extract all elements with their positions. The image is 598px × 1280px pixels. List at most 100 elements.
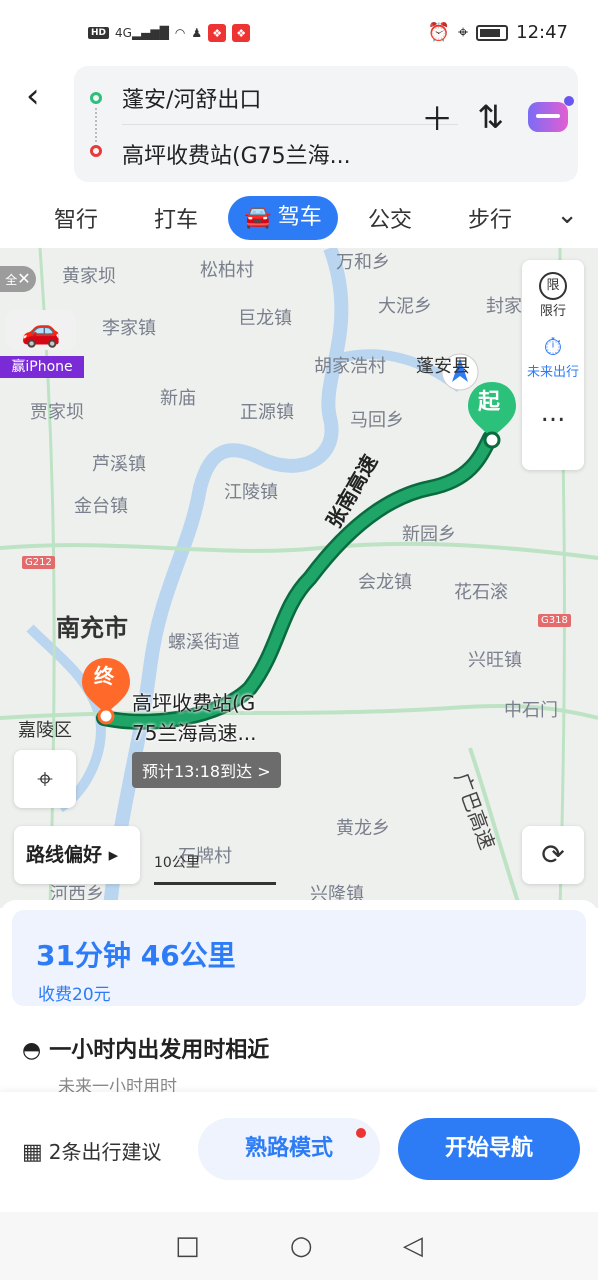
transport-tabs: 智行 打车 🚘 驾车 公交 步行 ⌄ bbox=[0, 190, 598, 246]
map-place: 大泥乡 bbox=[378, 296, 432, 317]
route-input-box: 蓬安/河舒出口 高坪收费站(G75兰海... ＋ ⇅ bbox=[74, 66, 578, 182]
start-dot-icon bbox=[90, 92, 102, 104]
restrict-icon: 限 bbox=[539, 272, 567, 300]
app-notification-icon: ❖ bbox=[208, 24, 227, 42]
tab-drive-label: 驾车 bbox=[277, 205, 322, 230]
locate-me-button[interactable]: ⌖ bbox=[14, 750, 76, 808]
refresh-button[interactable]: ⟳ bbox=[522, 826, 584, 884]
map-city: 南充市 bbox=[56, 614, 128, 642]
familiar-label: 熟路模式 bbox=[244, 1136, 333, 1161]
map-scale-bar bbox=[154, 882, 276, 885]
suggest-label: 2条出行建议 bbox=[48, 1140, 162, 1164]
map-place: 正源镇 bbox=[240, 402, 294, 423]
close-promo-button[interactable]: 全✕ bbox=[0, 266, 36, 292]
route-connector bbox=[95, 108, 97, 142]
map-place: 花石滚 bbox=[454, 582, 508, 603]
start-navigation-button[interactable]: 开始导航 bbox=[398, 1118, 580, 1180]
qq-icon: ♟ bbox=[191, 26, 203, 40]
promo-label: 赢iPhone bbox=[0, 356, 84, 378]
map-canvas bbox=[0, 248, 598, 908]
map-place: 芦溪镇 bbox=[92, 454, 146, 475]
end-pin-label: 终 bbox=[94, 664, 114, 688]
destination-line: 75兰海高速... bbox=[132, 721, 257, 745]
map-place: 螺溪街道 bbox=[168, 632, 240, 653]
header-actions: ＋ ⇅ bbox=[421, 94, 574, 140]
map-place: 封家 bbox=[486, 296, 522, 317]
location-icon: ⌖ bbox=[457, 22, 469, 43]
recent-apps-icon[interactable]: □ bbox=[175, 1231, 200, 1261]
tip-title: 一小时内出发用时相近 bbox=[49, 1038, 270, 1063]
divider bbox=[122, 124, 458, 125]
promo-banner[interactable]: 🚗 赢iPhone bbox=[0, 302, 84, 378]
start-pin-label: 起 bbox=[478, 390, 501, 415]
restrict-label: 限行 bbox=[539, 304, 566, 319]
familiar-route-mode-button[interactable]: 熟路模式 bbox=[198, 1118, 380, 1180]
map-side-controls: 限 限行 ⏱ 未来出行 ... bbox=[522, 260, 584, 470]
start-pin: 起 bbox=[470, 380, 514, 432]
bottom-action-bar: ▦ 2条出行建议 熟路模式 开始导航 bbox=[0, 1092, 598, 1212]
clock-icon: ◓ bbox=[22, 1038, 42, 1063]
chevron-down-icon[interactable]: ⌄ bbox=[556, 200, 578, 230]
back-icon[interactable]: ◁ bbox=[403, 1231, 423, 1261]
origin-field[interactable]: 蓬安/河舒出口 bbox=[122, 82, 261, 114]
map-place: 兴旺镇 bbox=[468, 650, 522, 671]
back-button[interactable]: ‹ bbox=[26, 76, 40, 116]
travel-suggestions-button[interactable]: ▦ 2条出行建议 bbox=[22, 1136, 162, 1165]
map-place: 黄龙乡 bbox=[336, 818, 390, 839]
home-icon[interactable]: ○ bbox=[290, 1231, 313, 1261]
map-place: 新庙 bbox=[160, 388, 196, 409]
timer-icon: ⏱ bbox=[543, 333, 563, 361]
ai-assistant-icon[interactable] bbox=[528, 96, 574, 132]
grid-icon: ▦ bbox=[22, 1140, 43, 1165]
destination-map-label[interactable]: 高坪收费站(G 75兰海高速... bbox=[132, 688, 257, 748]
map-place: 李家镇 bbox=[102, 318, 156, 339]
map-place: 新园乡 bbox=[402, 524, 456, 545]
tab-drive[interactable]: 🚘 驾车 bbox=[228, 196, 338, 240]
system-nav-bar: □ ○ ◁ bbox=[0, 1212, 598, 1280]
end-dot-icon bbox=[90, 145, 102, 157]
clock: 12:47 bbox=[516, 22, 568, 43]
map-place: 黄家坝 bbox=[62, 266, 116, 287]
status-left-icons: HD 4G▂▄▆█ ◠ ♟ ❖ ❖ bbox=[88, 24, 251, 42]
map-place: 中石门 bbox=[504, 700, 558, 721]
eta-badge[interactable]: 预计13:18到达 > bbox=[132, 752, 281, 788]
route-summary-card[interactable]: 31分钟 46公里 收费20元 bbox=[12, 910, 586, 1006]
road-shield-g318: G318 bbox=[538, 614, 571, 627]
tab-walk[interactable]: 步行 bbox=[440, 202, 540, 234]
alarm-icon: ⏰ bbox=[427, 22, 450, 43]
map-place: 万和乡 bbox=[336, 252, 390, 273]
map-place: 贾家坝 bbox=[30, 402, 84, 423]
more-button[interactable]: ... bbox=[522, 380, 584, 428]
tab-smart[interactable]: 智行 bbox=[26, 202, 126, 234]
end-pin: 终 bbox=[84, 656, 128, 708]
future-travel-button[interactable]: ⏱ 未来出行 bbox=[522, 319, 584, 380]
map-place: 胡家浩村 bbox=[314, 356, 386, 377]
car-icon: 🚗 bbox=[6, 310, 76, 350]
notification-dot bbox=[356, 1128, 366, 1138]
close-label: 全 bbox=[5, 273, 18, 287]
destination-field[interactable]: 高坪收费站(G75兰海... bbox=[122, 138, 351, 170]
restrict-button[interactable]: 限 限行 bbox=[522, 260, 584, 319]
status-right-icons: ⏰ ⌖ 12:47 bbox=[428, 22, 568, 43]
car-icon: 🚘 bbox=[244, 205, 272, 230]
tab-bus[interactable]: 公交 bbox=[340, 202, 440, 234]
map-place: 蓬安县 bbox=[416, 356, 470, 377]
hd-icon: HD bbox=[88, 27, 110, 39]
destination-line: 高坪收费站(G bbox=[132, 691, 256, 715]
future-label: 未来出行 bbox=[526, 365, 579, 380]
road-shield-g212: G212 bbox=[22, 556, 55, 569]
crosshair-icon: ⌖ bbox=[37, 762, 53, 795]
map-scale-label: 10公里 bbox=[154, 855, 200, 871]
route-summary-panel: 31分钟 46公里 收费20元 ◓ 一小时内出发用时相近 未来一小时用时 bbox=[0, 900, 598, 1097]
map-place: 马回乡 bbox=[350, 410, 404, 431]
battery-icon bbox=[476, 24, 509, 41]
route-header: ‹ 蓬安/河舒出口 高坪收费站(G75兰海... ＋ ⇅ bbox=[0, 66, 598, 186]
route-toll: 收费20元 bbox=[38, 985, 111, 1005]
refresh-icon: ⟳ bbox=[541, 838, 565, 871]
route-preference-button[interactable]: 路线偏好 ▸ bbox=[14, 826, 140, 884]
plus-icon[interactable]: ＋ bbox=[421, 94, 453, 140]
tab-taxi[interactable]: 打车 bbox=[126, 202, 226, 234]
swap-icon[interactable]: ⇅ bbox=[477, 98, 504, 136]
map-view[interactable]: 黄家坝 松柏村 万和乡 李家镇 巨龙镇 大泥乡 封家 胡家浩村 蓬安县 新庙 正… bbox=[0, 248, 598, 908]
map-place: 松柏村 bbox=[200, 260, 254, 281]
